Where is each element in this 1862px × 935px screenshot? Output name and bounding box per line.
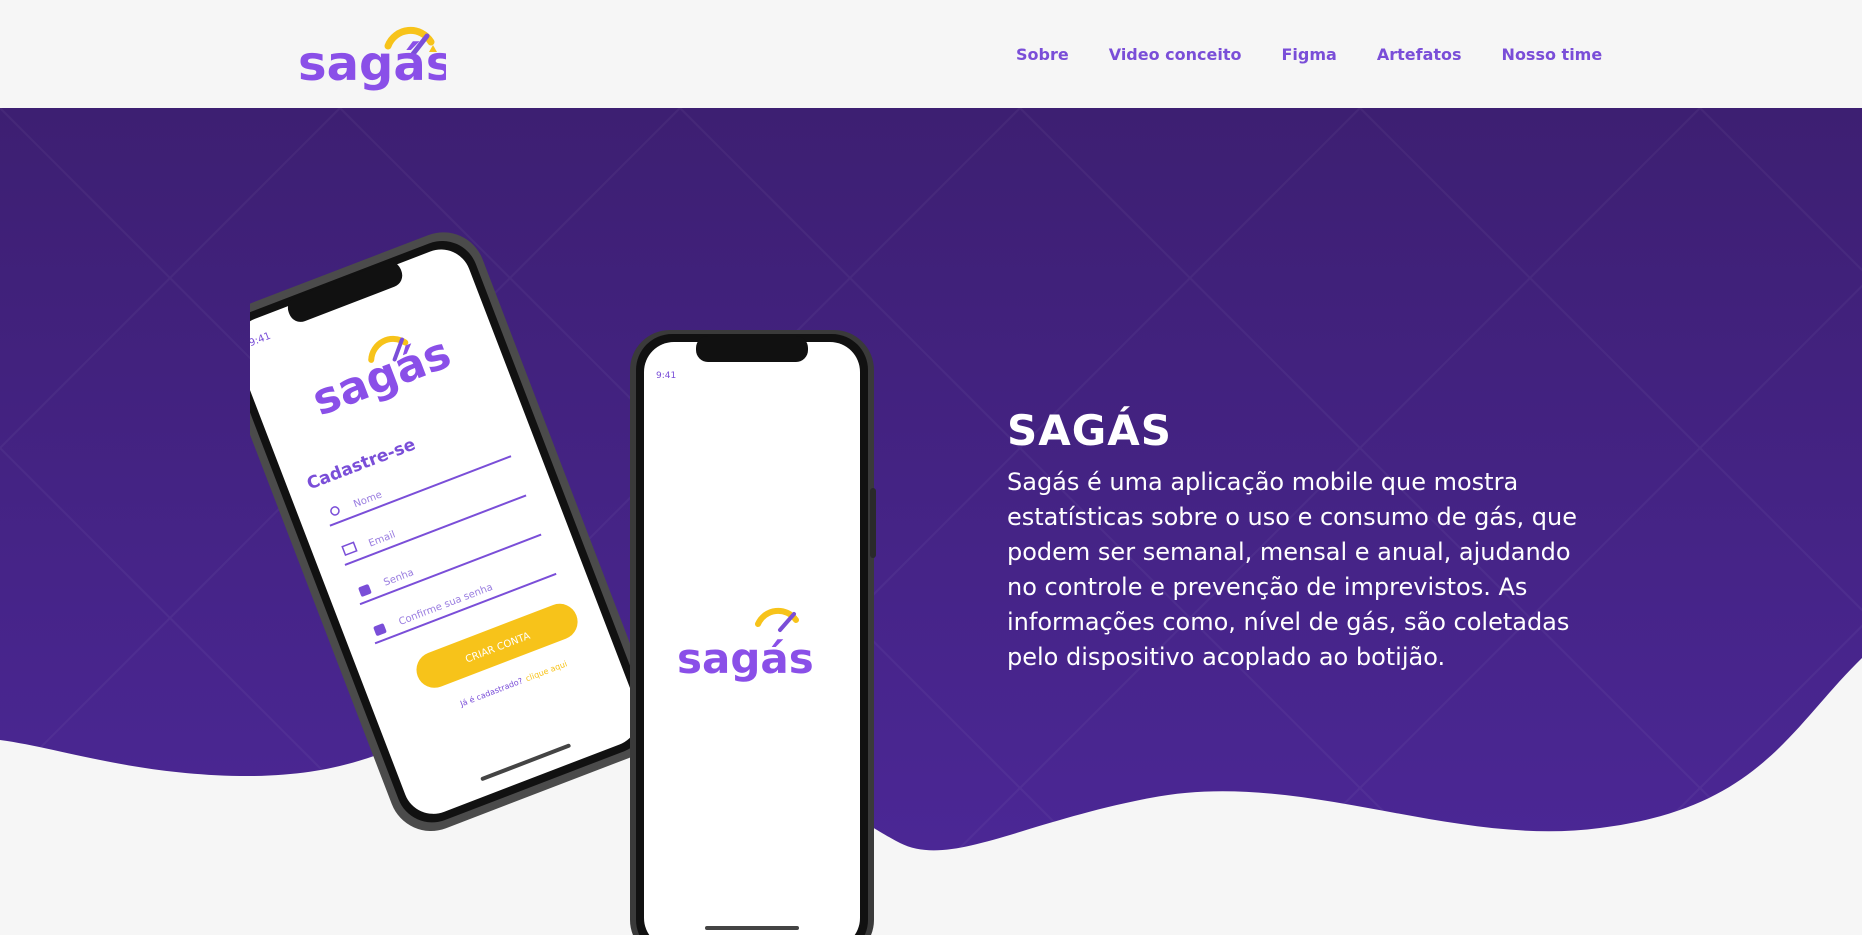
svg-text:9:41: 9:41 bbox=[656, 371, 676, 381]
nav-link-video-conceito[interactable]: Video conceito bbox=[1109, 45, 1242, 64]
hero-description: Sagás é uma aplicação mobile que mostra … bbox=[1007, 468, 1578, 671]
site-header: sagás Sobre Video conceito Figma Artefat… bbox=[0, 0, 1862, 108]
phone-signup-mockup: 9:41 sagás Cadastre-se Nome Email Senha … bbox=[250, 232, 656, 831]
nav-link-sobre[interactable]: Sobre bbox=[1016, 45, 1069, 64]
phone-splash-mockup: 9:41 sagás bbox=[630, 330, 876, 935]
hero-section: 9:41 sagás Cadastre-se Nome Email Senha … bbox=[0, 108, 1862, 935]
nav-link-nosso-time[interactable]: Nosso time bbox=[1502, 45, 1603, 64]
nav-link-figma[interactable]: Figma bbox=[1282, 45, 1337, 64]
main-nav: Sobre Video conceito Figma Artefatos Nos… bbox=[1016, 42, 1602, 66]
svg-text:sagás: sagás bbox=[677, 634, 814, 683]
svg-text:sagás: sagás bbox=[298, 36, 446, 92]
app-mockup-phones: 9:41 sagás Cadastre-se Nome Email Senha … bbox=[250, 232, 876, 935]
sagas-logo[interactable]: sagás bbox=[296, 14, 446, 94]
hero-title: SAGÁS bbox=[1007, 406, 1172, 455]
hero-text-block: SAGÁS Sagás é uma aplicação mobile que m… bbox=[1007, 406, 1607, 675]
nav-link-artefatos[interactable]: Artefatos bbox=[1377, 45, 1462, 64]
